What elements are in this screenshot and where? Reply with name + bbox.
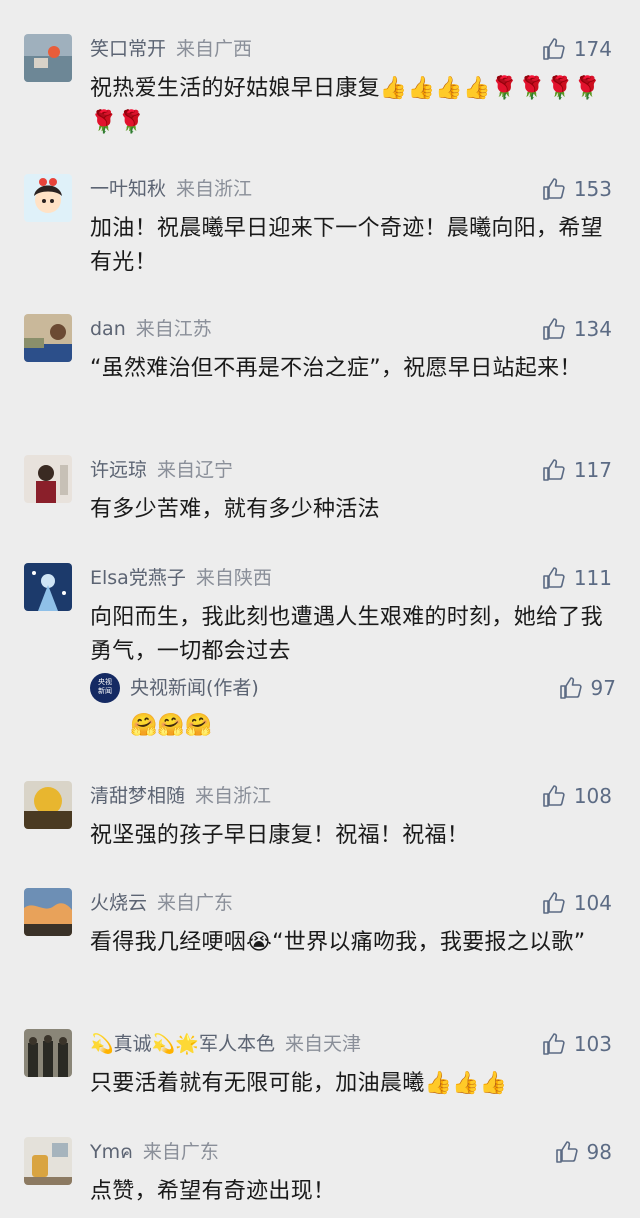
like-count: 97: [590, 676, 616, 700]
thumbs-up-icon: [543, 178, 565, 200]
author-avatar-text: 央视 新闻: [98, 678, 112, 695]
comment-meta: 清甜梦相随 来自浙江: [90, 780, 271, 812]
like-button[interactable]: 103: [542, 1027, 612, 1061]
user-location: 来自天津: [284, 1033, 361, 1055]
comment-meta: 许远琼 来自辽宁: [90, 454, 233, 486]
author-name[interactable]: 央视新闻(作者): [130, 672, 259, 704]
like-button[interactable]: 153: [542, 172, 612, 206]
avatar[interactable]: [24, 563, 72, 611]
user-name[interactable]: 💫真诚💫🌟军人本色: [90, 1033, 275, 1055]
like-count: 103: [573, 1032, 612, 1056]
avatar[interactable]: [24, 1029, 72, 1077]
thumbs-up-icon: [559, 677, 582, 699]
like-count: 134: [573, 317, 612, 341]
avatar[interactable]: [24, 34, 72, 82]
avatar[interactable]: [24, 455, 72, 503]
comment-meta: Ymค 来自广东: [90, 1136, 219, 1168]
thumbs-up-icon: [543, 567, 565, 589]
user-name[interactable]: 一叶知秋: [90, 178, 166, 200]
user-name[interactable]: dan: [90, 318, 126, 340]
comment-text: 向阳而生，我此刻也遭遇人生艰难的时刻，她给了我勇气，一切都会过去: [90, 605, 603, 664]
comment-text: 加油！祝晨曦早日迎来下一个奇迹！晨曦向阳，希望有光！: [90, 216, 603, 275]
user-location: 来自广西: [176, 38, 253, 60]
user-location: 来自浙江: [195, 785, 272, 807]
like-button[interactable]: 134: [542, 312, 612, 346]
comment-meta: Elsa党燕子 来自陕西: [90, 562, 272, 594]
like-button[interactable]: 108: [542, 779, 612, 813]
thumbs-up-icon: [543, 38, 565, 60]
avatar[interactable]: [24, 314, 72, 362]
thumbs-up-icon: [555, 1141, 578, 1163]
user-name[interactable]: Elsa党燕子: [90, 567, 186, 589]
like-button[interactable]: 117: [542, 453, 612, 487]
user-name[interactable]: 清甜梦相随: [90, 785, 185, 807]
like-button[interactable]: 97: [559, 671, 616, 705]
comment-text: 只要活着就有无限可能，加油晨曦👍👍👍: [90, 1071, 508, 1096]
like-count: 174: [573, 37, 612, 61]
comment-meta: 笑口常开 来自广西: [90, 33, 252, 65]
comment-meta: 💫真诚💫🌟军人本色 来自天津: [90, 1028, 361, 1060]
like-count: 111: [573, 566, 612, 590]
like-count: 153: [573, 177, 612, 201]
author-reply: 央视 新闻 央视新闻(作者) 97 🤗🤗🤗: [90, 673, 616, 753]
thumbs-up-icon: [543, 892, 565, 914]
avatar[interactable]: [24, 781, 72, 829]
comment-meta: 一叶知秋 来自浙江: [90, 173, 252, 205]
comment-meta: dan 来自江苏: [90, 313, 212, 345]
comment-text: 祝热爱生活的好姑娘早日康复👍👍👍👍🌹🌹🌹🌹🌹🌹: [90, 76, 602, 135]
comment-text: 看得我几经哽咽😭“世界以痛吻我，我要报之以歌”: [90, 930, 586, 955]
like-count: 98: [586, 1140, 612, 1164]
user-name[interactable]: 许远琼: [90, 459, 147, 481]
user-location: 来自辽宁: [157, 459, 234, 481]
like-count: 108: [573, 784, 612, 808]
avatar[interactable]: [24, 888, 72, 936]
user-location: 来自广东: [142, 1141, 219, 1163]
author-avatar[interactable]: 央视 新闻: [90, 673, 120, 703]
comment-meta: 火烧云 来自广东: [90, 887, 233, 919]
thumbs-up-icon: [543, 318, 565, 340]
user-location: 来自广东: [157, 892, 234, 914]
user-location: 来自陕西: [195, 567, 272, 589]
thumbs-up-icon: [543, 1033, 565, 1055]
avatar[interactable]: [24, 174, 72, 222]
reply-text: 🤗🤗🤗: [130, 713, 213, 738]
comment-text: 祝坚强的孩子早日康复！祝福！祝福！: [90, 823, 470, 848]
like-button[interactable]: 104: [542, 886, 612, 920]
user-location: 来自江苏: [135, 318, 212, 340]
comment-text: 点赞，希望有奇迹出现！: [90, 1179, 336, 1204]
like-button[interactable]: 98: [555, 1135, 612, 1169]
comment-text: 有多少苦难，就有多少种活法: [90, 497, 380, 522]
like-button[interactable]: 174: [542, 32, 612, 66]
comment-text: “虽然难治但不再是不治之症”，祝愿早日站起来！: [90, 356, 582, 381]
like-button[interactable]: 111: [542, 561, 612, 595]
user-name[interactable]: Ymค: [90, 1141, 133, 1163]
thumbs-up-icon: [543, 459, 565, 481]
like-count: 117: [573, 458, 612, 482]
user-name[interactable]: 笑口常开: [90, 38, 166, 60]
thumbs-up-icon: [543, 785, 565, 807]
user-name[interactable]: 火烧云: [90, 892, 147, 914]
like-count: 104: [573, 891, 612, 915]
avatar[interactable]: [24, 1137, 72, 1185]
user-location: 来自浙江: [176, 178, 253, 200]
